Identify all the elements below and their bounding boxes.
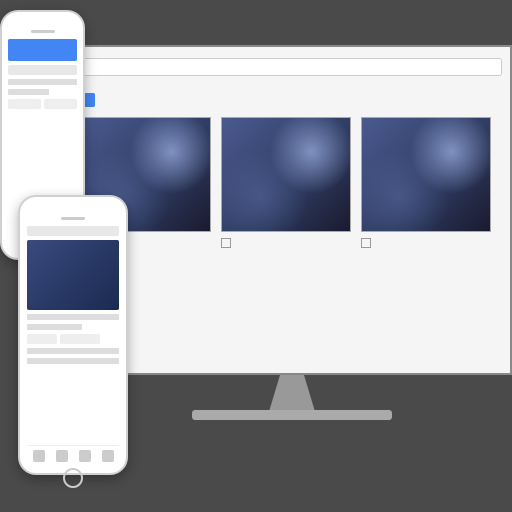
text-line xyxy=(27,348,119,354)
tab-icon[interactable] xyxy=(56,450,68,462)
phone-speaker xyxy=(31,30,55,33)
thumbnail-image[interactable] xyxy=(361,117,491,232)
thumbnail-card[interactable] xyxy=(361,117,491,248)
app-header xyxy=(8,39,77,61)
action-chip[interactable] xyxy=(27,334,57,344)
thumbnail-meta xyxy=(361,237,491,248)
status-bar xyxy=(27,226,119,236)
phone-device-front xyxy=(18,195,128,475)
phone-speaker xyxy=(61,217,85,220)
address-bar[interactable] xyxy=(81,58,502,76)
caption-line xyxy=(27,314,119,320)
thumbnail-image[interactable] xyxy=(221,117,351,232)
search-bar[interactable] xyxy=(8,65,77,75)
home-button[interactable] xyxy=(63,468,83,488)
phone-screen[interactable] xyxy=(27,226,119,462)
photo-gallery xyxy=(81,117,502,248)
meta-icon xyxy=(221,238,231,248)
chip[interactable] xyxy=(44,99,77,109)
chip-row xyxy=(8,99,77,109)
text-line xyxy=(8,89,49,95)
tab-bar xyxy=(27,445,119,462)
meta-icon xyxy=(361,238,371,248)
thumbnail-card[interactable] xyxy=(221,117,351,248)
action-row xyxy=(27,334,119,344)
text-line xyxy=(27,358,119,364)
browser-toolbar xyxy=(81,55,502,79)
monitor-stand xyxy=(252,375,332,415)
caption-line xyxy=(27,324,82,330)
desktop-monitor xyxy=(67,45,512,375)
tab-icon[interactable] xyxy=(79,450,91,462)
chip[interactable] xyxy=(8,99,41,109)
tab-icon[interactable] xyxy=(102,450,114,462)
monitor-base xyxy=(192,410,392,420)
thumbnail-meta xyxy=(221,237,351,248)
breadcrumb xyxy=(81,93,502,107)
tab-icon[interactable] xyxy=(33,450,45,462)
text-line xyxy=(8,79,77,85)
action-chip[interactable] xyxy=(60,334,100,344)
feed-image[interactable] xyxy=(27,240,119,310)
